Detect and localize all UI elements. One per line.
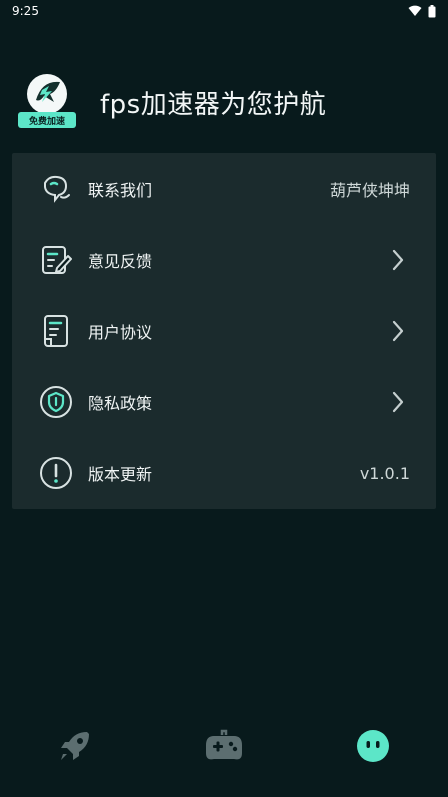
rocket-icon <box>60 732 89 760</box>
menu-item-privacy-policy[interactable]: 隐私政策 <box>12 367 436 438</box>
status-bar: 9:25 <box>0 0 448 22</box>
update-alert-icon <box>38 455 74 491</box>
settings-card: 联系我们 葫芦侠坤坤 意见反馈 用户协议 隐私政策 版本更新 v1.0.1 <box>12 153 436 509</box>
menu-item-label: 用户协议 <box>88 322 153 342</box>
status-icons <box>408 4 436 18</box>
chevron-right-icon <box>392 320 404 342</box>
wifi-icon <box>408 5 422 16</box>
menu-item-label: 意见反馈 <box>88 251 153 271</box>
privacy-shield-icon <box>38 384 74 420</box>
menu-item-label: 隐私政策 <box>88 394 153 414</box>
tab-profile[interactable] <box>298 728 447 764</box>
app-logo: 免费加速 <box>16 72 78 132</box>
chevron-right-icon <box>392 249 404 270</box>
contact-value: 葫芦侠坤坤 <box>329 180 410 200</box>
menu-item-label: 联系我们 <box>88 180 153 200</box>
menu-item-user-agreement[interactable]: 用户协议 <box>12 295 436 366</box>
logo-badge-text: 免费加速 <box>28 116 65 127</box>
gamepad-icon <box>205 729 242 760</box>
tab-accelerate[interactable] <box>0 728 149 764</box>
page-title: fps加速器为您护航 <box>100 89 327 120</box>
menu-item-contact[interactable]: 联系我们 葫芦侠坤坤 <box>12 153 436 224</box>
profile-face-icon <box>356 730 389 762</box>
battery-icon <box>428 4 436 17</box>
bottom-tab-bar <box>0 715 448 777</box>
menu-item-feedback[interactable]: 意见反馈 <box>12 224 436 295</box>
chevron-right-icon <box>392 392 404 413</box>
tab-games[interactable] <box>149 729 298 763</box>
agreement-icon <box>38 313 74 349</box>
version-value: v1.0.1 <box>359 463 410 483</box>
menu-item-label: 版本更新 <box>88 465 153 485</box>
menu-item-version-update[interactable]: 版本更新 v1.0.1 <box>12 438 436 509</box>
header: 免费加速 fps加速器为您护航 <box>16 72 436 132</box>
contact-icon <box>38 171 74 207</box>
feedback-icon <box>38 242 74 278</box>
status-time: 9:25 <box>12 4 39 18</box>
